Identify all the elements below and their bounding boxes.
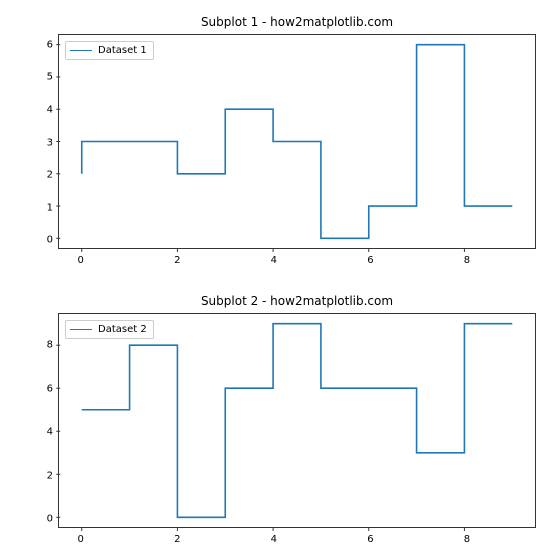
- ytick-label: 6: [47, 39, 59, 50]
- subplot-1-svg: [59, 35, 535, 248]
- subplot-1-axes: Dataset 1 024680123456: [58, 34, 536, 249]
- xtick-label: 8: [464, 534, 470, 545]
- subplot-2-axes: Dataset 2 0246802468: [58, 313, 536, 528]
- xtick-label: 6: [367, 534, 373, 545]
- xtick-label: 4: [271, 534, 277, 545]
- subplot-1-legend: Dataset 1: [65, 41, 154, 60]
- xtick-label: 2: [174, 255, 180, 266]
- legend-swatch: [70, 329, 92, 330]
- legend-label: Dataset 1: [98, 45, 147, 56]
- legend-swatch: [70, 50, 92, 51]
- xtick-label: 8: [464, 255, 470, 266]
- ytick-label: 4: [47, 427, 59, 438]
- xtick-label: 6: [367, 255, 373, 266]
- ytick-label: 8: [47, 340, 59, 351]
- data-line: [82, 45, 513, 239]
- ytick-label: 5: [47, 72, 59, 83]
- ytick-label: 3: [47, 137, 59, 148]
- xtick-label: 0: [78, 255, 84, 266]
- subplot-2-legend: Dataset 2: [65, 320, 154, 339]
- subplot-1-title: Subplot 1 - how2matplotlib.com: [58, 15, 536, 29]
- subplot-2-title: Subplot 2 - how2matplotlib.com: [58, 294, 536, 308]
- legend-label: Dataset 2: [98, 324, 147, 335]
- subplot-2-svg: [59, 314, 535, 527]
- ytick-label: 2: [47, 170, 59, 181]
- ytick-label: 4: [47, 104, 59, 115]
- ytick-label: 6: [47, 383, 59, 394]
- xtick-label: 0: [78, 534, 84, 545]
- data-line: [82, 324, 513, 518]
- ytick-label: 0: [47, 514, 59, 525]
- figure: Subplot 1 - how2matplotlib.com Dataset 1…: [0, 0, 560, 560]
- xtick-label: 4: [271, 255, 277, 266]
- xtick-label: 2: [174, 534, 180, 545]
- ytick-label: 1: [47, 202, 59, 213]
- ytick-label: 2: [47, 470, 59, 481]
- ytick-label: 0: [47, 235, 59, 246]
